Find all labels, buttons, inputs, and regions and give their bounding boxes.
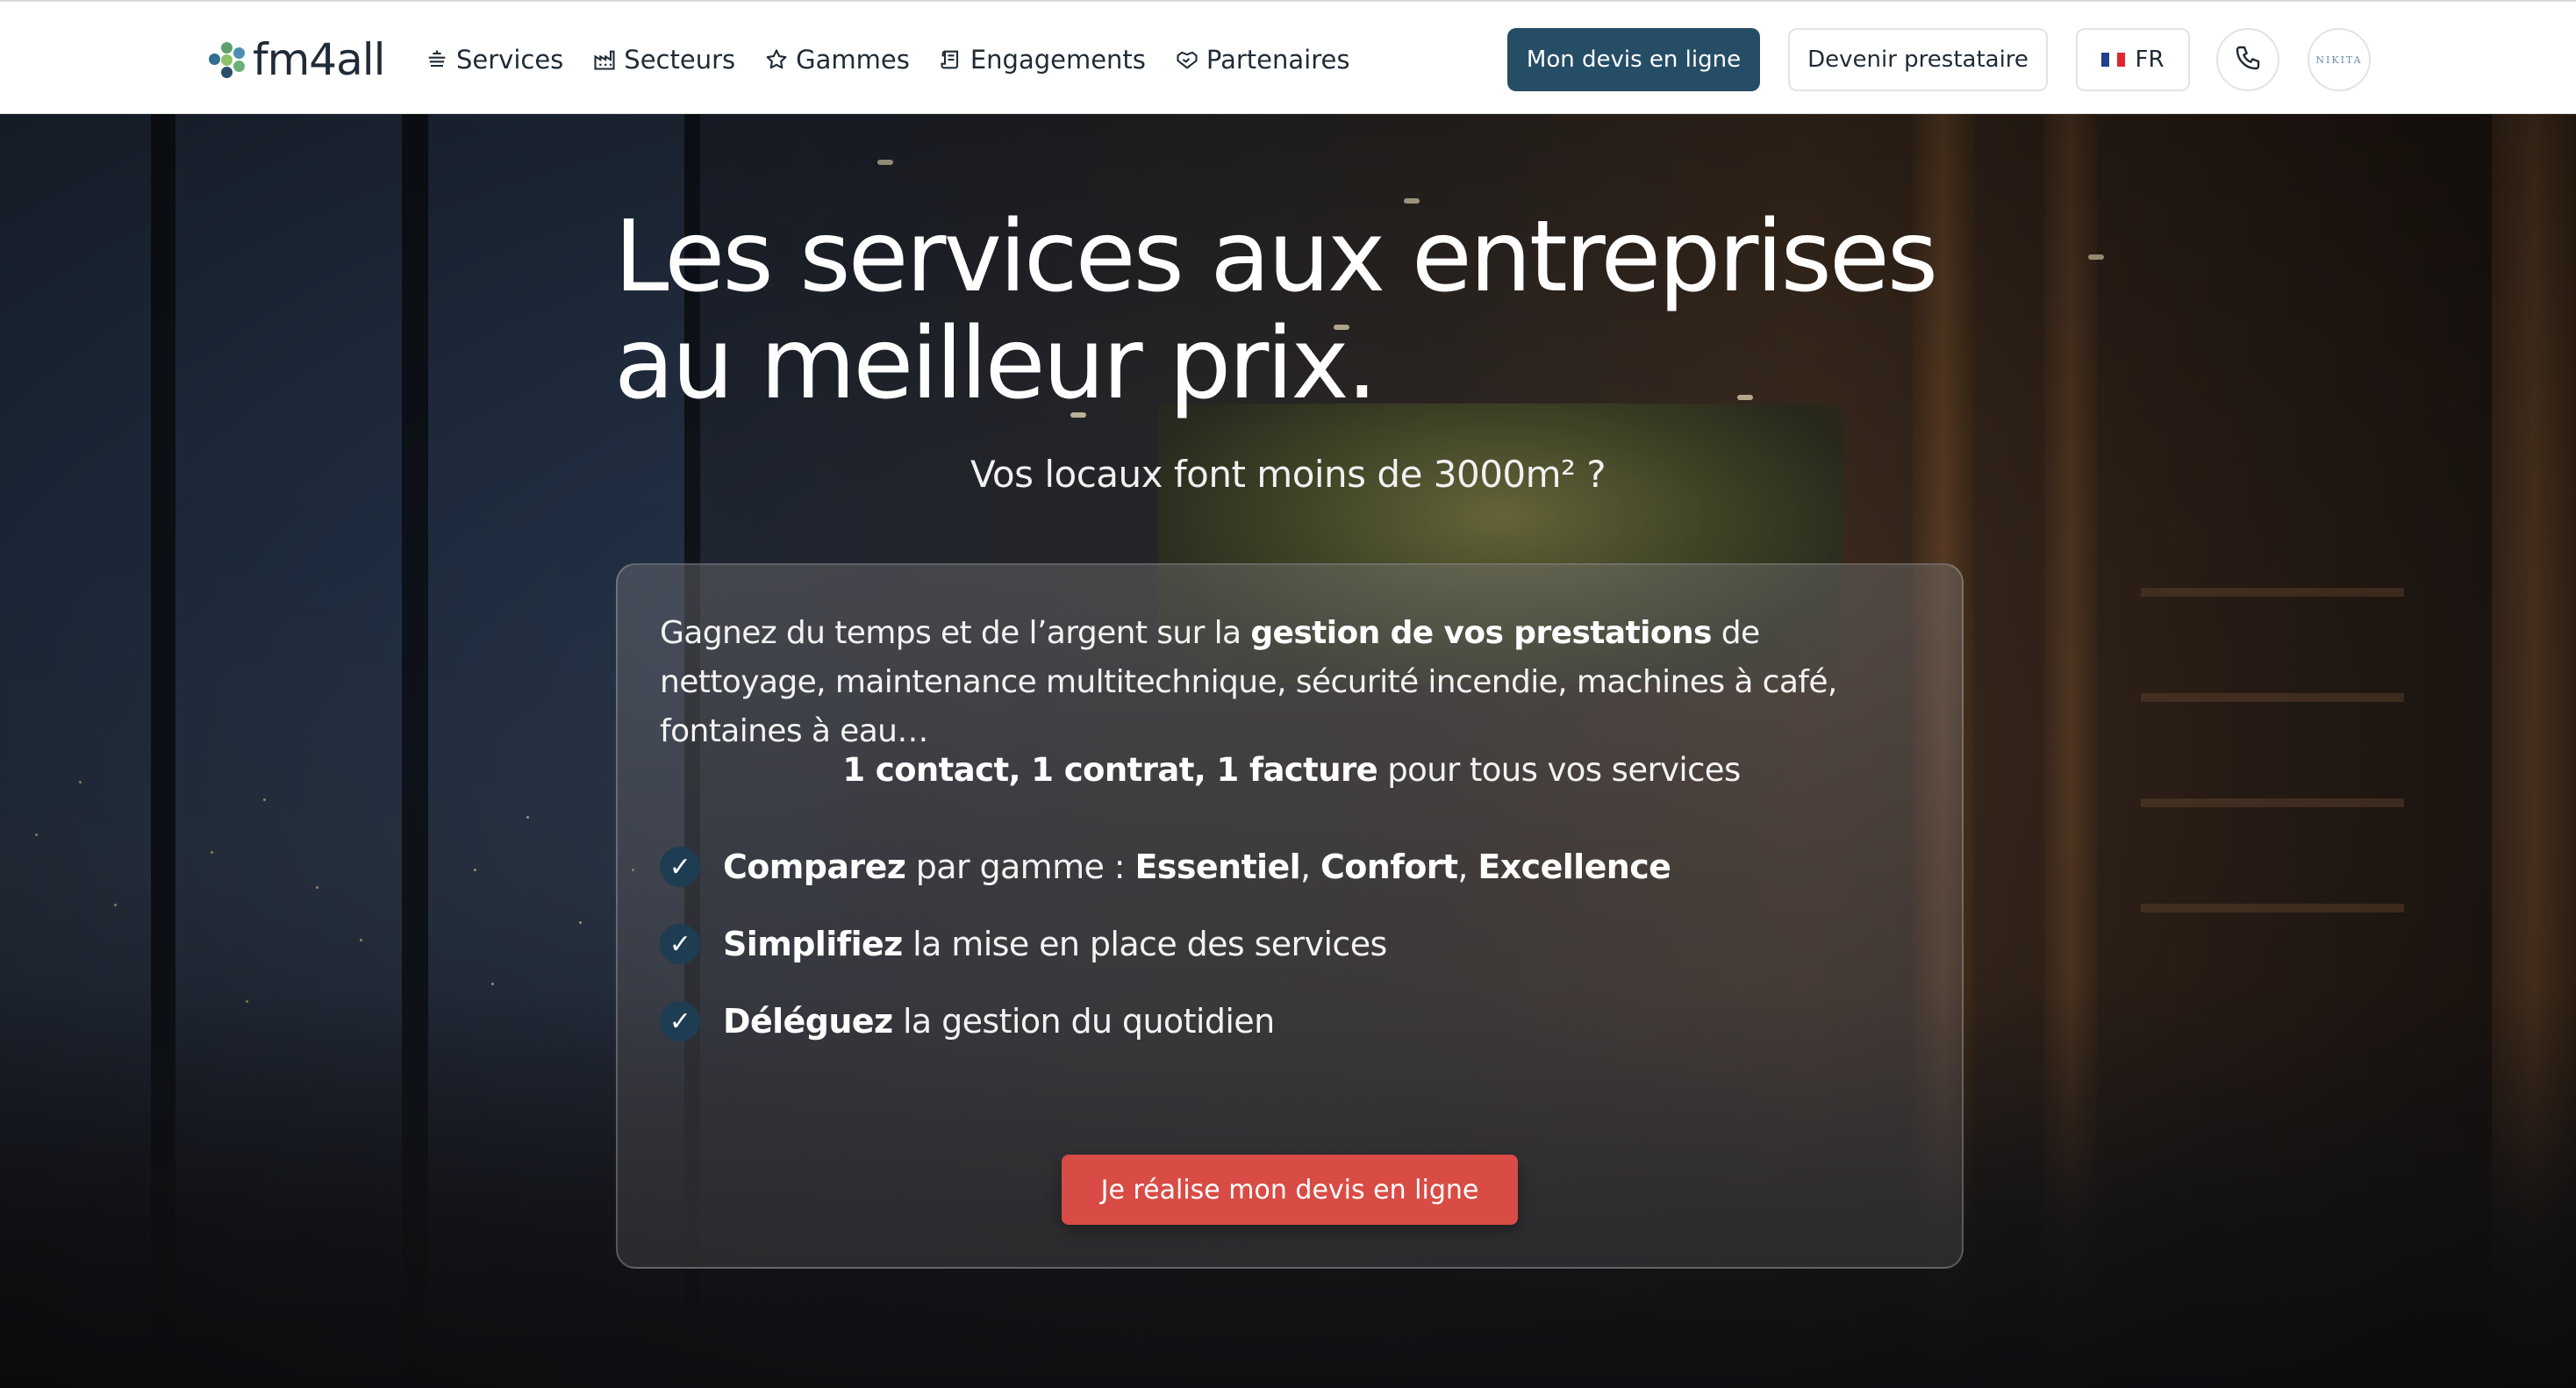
nav-item-services[interactable]: Services bbox=[425, 40, 563, 79]
become-provider-button[interactable]: Devenir prestataire bbox=[1788, 28, 2048, 91]
hero-title: Les services aux entreprises au meilleur… bbox=[614, 204, 1983, 418]
broom-icon bbox=[425, 47, 449, 72]
tagline-bold: 1 contact, 1 contrat, 1 facture bbox=[842, 751, 1378, 789]
user-avatar[interactable]: NIKITA bbox=[2308, 28, 2371, 91]
nav-item-secteurs[interactable]: Secteurs bbox=[592, 40, 735, 79]
online-quote-button[interactable]: Mon devis en ligne bbox=[1507, 28, 1760, 91]
french-flag-icon bbox=[2101, 53, 2125, 67]
range-excellence: Excellence bbox=[1478, 848, 1671, 886]
benefit-rest: la mise en place des services bbox=[902, 925, 1387, 963]
star-icon bbox=[764, 47, 789, 72]
phone-button[interactable] bbox=[2216, 28, 2279, 91]
nav-item-gammes[interactable]: Gammes bbox=[764, 40, 910, 79]
hero-card: Gagnez du temps et de l’argent sur la ge… bbox=[616, 563, 1964, 1269]
online-quote-cta-button[interactable]: Je réalise mon devis en ligne bbox=[1062, 1155, 1518, 1225]
benefit-text: Comparez par gamme : Essentiel, Confort,… bbox=[723, 848, 1671, 886]
language-label: FR bbox=[2135, 47, 2165, 73]
brand-logo[interactable]: fm4all bbox=[209, 34, 386, 85]
brand-name: fm4all bbox=[253, 34, 386, 85]
handshake-icon bbox=[1175, 47, 1199, 72]
nav-label: Engagements bbox=[970, 45, 1146, 75]
nav-label: Services bbox=[456, 45, 564, 75]
benefit-text: Déléguez la gestion du quotidien bbox=[723, 1002, 1275, 1041]
list-item: ✓ Déléguez la gestion du quotidien bbox=[660, 983, 1671, 1060]
benefit-bold: Simplifiez bbox=[723, 925, 903, 963]
tagline-rest: pour tous vos services bbox=[1377, 751, 1741, 789]
hero-title-line1: Les services aux entreprises bbox=[614, 200, 1938, 314]
list-item: ✓ Simplifiez la mise en place des servic… bbox=[660, 905, 1671, 983]
nav-label: Secteurs bbox=[624, 45, 736, 75]
check-icon: ✓ bbox=[660, 847, 700, 887]
card-tagline: 1 contact, 1 contrat, 1 facture pour tou… bbox=[618, 751, 1965, 789]
benefit-rest: par gamme : bbox=[905, 848, 1135, 886]
nav-label: Partenaires bbox=[1206, 45, 1350, 75]
benefit-bold: Déléguez bbox=[723, 1002, 893, 1041]
hero-subtitle: Vos locaux font moins de 3000m² ? bbox=[970, 453, 1606, 496]
hero-title-line2: au meilleur prix. bbox=[614, 307, 1377, 421]
intro-bold: gestion de vos prestations bbox=[1250, 615, 1712, 651]
benefits-list: ✓ Comparez par gamme : Essentiel, Confor… bbox=[660, 828, 1671, 1060]
separator: , bbox=[1457, 848, 1478, 886]
avatar-text: NIKITA bbox=[2315, 54, 2363, 66]
nav-item-partenaires[interactable]: Partenaires bbox=[1175, 40, 1350, 79]
benefit-rest: la gestion du quotidien bbox=[892, 1002, 1275, 1041]
check-icon: ✓ bbox=[660, 924, 700, 964]
nav-label: Gammes bbox=[796, 45, 910, 75]
site-header: fm4all Services Secteurs Gammes Engageme… bbox=[0, 0, 2576, 114]
language-selector[interactable]: FR bbox=[2076, 28, 2190, 91]
range-confort: Confort bbox=[1320, 848, 1458, 886]
factory-icon bbox=[592, 47, 617, 72]
benefit-text: Simplifiez la mise en place des services bbox=[723, 925, 1387, 963]
nav-item-engagements[interactable]: Engagements bbox=[939, 40, 1146, 79]
main-nav: Services Secteurs Gammes Engagements Par… bbox=[425, 40, 1378, 79]
check-icon: ✓ bbox=[660, 1001, 700, 1041]
list-item: ✓ Comparez par gamme : Essentiel, Confor… bbox=[660, 828, 1671, 905]
scroll-icon bbox=[939, 47, 963, 72]
card-intro: Gagnez du temps et de l’argent sur la ge… bbox=[660, 609, 1923, 756]
range-essentiel: Essentiel bbox=[1134, 848, 1301, 886]
phone-icon bbox=[2234, 44, 2262, 75]
benefit-bold: Comparez bbox=[723, 848, 906, 886]
separator: , bbox=[1300, 848, 1321, 886]
logo-mark-icon bbox=[209, 39, 249, 80]
intro-text: Gagnez du temps et de l’argent sur la bbox=[660, 615, 1251, 651]
